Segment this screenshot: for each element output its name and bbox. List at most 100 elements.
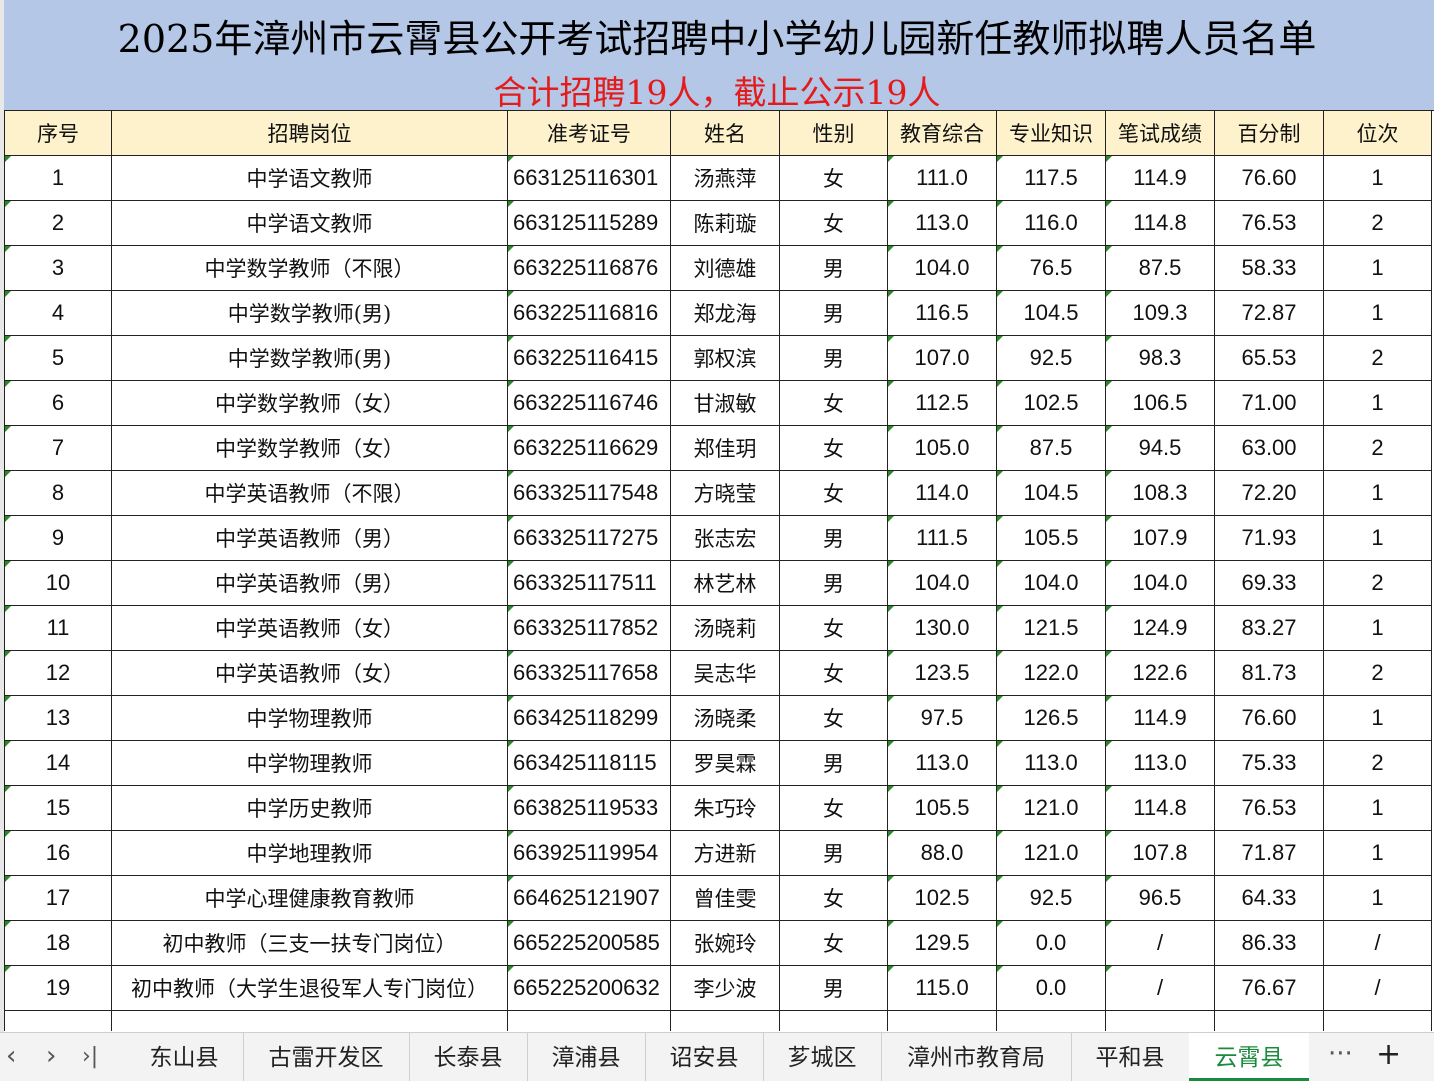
cell-professional[interactable]: 87.5: [996, 425, 1106, 471]
cell-percent[interactable]: 58.33: [1214, 245, 1324, 291]
empty-cell[interactable]: [507, 1010, 671, 1031]
cell-position[interactable]: 中学数学教师（女）: [111, 425, 508, 471]
header-written-score[interactable]: 笔试成绩: [1105, 110, 1215, 156]
cell-index[interactable]: 11: [4, 605, 112, 651]
header-exam-id[interactable]: 准考证号: [507, 110, 671, 156]
cell-exam-id[interactable]: 663225116876: [507, 245, 671, 291]
cell-position[interactable]: 中学英语教师（不限）: [111, 470, 508, 516]
cell-rank[interactable]: 2: [1323, 650, 1432, 696]
cell-gender[interactable]: 男: [779, 830, 888, 876]
cell-edu-general[interactable]: 130.0: [887, 605, 997, 651]
cell-index[interactable]: 4: [4, 290, 112, 336]
cell-exam-id[interactable]: 663925119954: [507, 830, 671, 876]
cell-position[interactable]: 中学数学教师(男): [111, 290, 508, 336]
empty-cell[interactable]: [111, 1010, 508, 1031]
cell-name[interactable]: 张志宏: [670, 515, 780, 561]
cell-rank[interactable]: 2: [1323, 335, 1432, 381]
cell-name[interactable]: 汤燕萍: [670, 155, 780, 201]
cell-percent[interactable]: 76.60: [1214, 695, 1324, 741]
cell-exam-id[interactable]: 665225200585: [507, 920, 671, 966]
cell-written-score[interactable]: 107.8: [1105, 830, 1215, 876]
cell-index[interactable]: 1: [4, 155, 112, 201]
cell-name[interactable]: 刘德雄: [670, 245, 780, 291]
cell-name[interactable]: 李少波: [670, 965, 780, 1011]
cell-edu-general[interactable]: 123.5: [887, 650, 997, 696]
cell-gender[interactable]: 女: [779, 380, 888, 426]
cell-name[interactable]: 郭权滨: [670, 335, 780, 381]
cell-gender[interactable]: 女: [779, 875, 888, 921]
cell-percent[interactable]: 64.33: [1214, 875, 1324, 921]
empty-cell[interactable]: [887, 1010, 997, 1031]
cell-edu-general[interactable]: 105.0: [887, 425, 997, 471]
empty-cell[interactable]: [1323, 1010, 1432, 1031]
cell-edu-general[interactable]: 97.5: [887, 695, 997, 741]
cell-professional[interactable]: 76.5: [996, 245, 1106, 291]
cell-gender[interactable]: 女: [779, 470, 888, 516]
cell-percent[interactable]: 76.60: [1214, 155, 1324, 201]
more-sheets-icon[interactable]: ···: [1328, 1039, 1353, 1069]
cell-percent[interactable]: 86.33: [1214, 920, 1324, 966]
cell-percent[interactable]: 69.33: [1214, 560, 1324, 606]
cell-exam-id[interactable]: 663425118115: [507, 740, 671, 786]
cell-professional[interactable]: 121.0: [996, 830, 1106, 876]
sheet-tab[interactable]: 云霄县: [1189, 1033, 1309, 1081]
cell-index[interactable]: 6: [4, 380, 112, 426]
cell-gender[interactable]: 男: [779, 515, 888, 561]
cell-professional[interactable]: 121.0: [996, 785, 1106, 831]
cell-gender[interactable]: 女: [779, 605, 888, 651]
cell-percent[interactable]: 83.27: [1214, 605, 1324, 651]
empty-cell[interactable]: [1214, 1010, 1324, 1031]
cell-written-score[interactable]: 96.5: [1105, 875, 1215, 921]
header-gender[interactable]: 性别: [779, 110, 888, 156]
cell-written-score[interactable]: 114.9: [1105, 155, 1215, 201]
cell-edu-general[interactable]: 104.0: [887, 560, 997, 606]
cell-gender[interactable]: 男: [779, 290, 888, 336]
cell-gender[interactable]: 女: [779, 785, 888, 831]
sheet-tab[interactable]: 东山县: [125, 1033, 244, 1081]
cell-percent[interactable]: 63.00: [1214, 425, 1324, 471]
cell-name[interactable]: 陈莉璇: [670, 200, 780, 246]
cell-written-score[interactable]: 98.3: [1105, 335, 1215, 381]
cell-written-score[interactable]: 114.8: [1105, 785, 1215, 831]
cell-written-score[interactable]: 104.0: [1105, 560, 1215, 606]
cell-exam-id[interactable]: 663325117511: [507, 560, 671, 606]
cell-professional[interactable]: 104.0: [996, 560, 1106, 606]
cell-index[interactable]: 8: [4, 470, 112, 516]
next-sheet-icon[interactable]: ›: [46, 1041, 56, 1071]
cell-percent[interactable]: 81.73: [1214, 650, 1324, 696]
cell-position[interactable]: 中学英语教师（男）: [111, 515, 508, 561]
cell-edu-general[interactable]: 88.0: [887, 830, 997, 876]
cell-position[interactable]: 中学物理教师: [111, 695, 508, 741]
cell-gender[interactable]: 女: [779, 650, 888, 696]
cell-written-score[interactable]: 114.9: [1105, 695, 1215, 741]
cell-percent[interactable]: 71.93: [1214, 515, 1324, 561]
header-index[interactable]: 序号: [4, 110, 112, 156]
cell-gender[interactable]: 女: [779, 695, 888, 741]
cell-gender[interactable]: 男: [779, 740, 888, 786]
cell-professional[interactable]: 126.5: [996, 695, 1106, 741]
cell-percent[interactable]: 72.20: [1214, 470, 1324, 516]
cell-name[interactable]: 郑佳玥: [670, 425, 780, 471]
cell-written-score[interactable]: 94.5: [1105, 425, 1215, 471]
cell-rank[interactable]: 2: [1323, 560, 1432, 606]
empty-cell[interactable]: [996, 1010, 1106, 1031]
cell-index[interactable]: 15: [4, 785, 112, 831]
cell-exam-id[interactable]: 663125116301: [507, 155, 671, 201]
cell-exam-id[interactable]: 663225116629: [507, 425, 671, 471]
cell-edu-general[interactable]: 115.0: [887, 965, 997, 1011]
cell-professional[interactable]: 104.5: [996, 290, 1106, 336]
cell-edu-general[interactable]: 113.0: [887, 200, 997, 246]
cell-rank[interactable]: 1: [1323, 695, 1432, 741]
cell-gender[interactable]: 女: [779, 425, 888, 471]
cell-professional[interactable]: 105.5: [996, 515, 1106, 561]
header-name[interactable]: 姓名: [670, 110, 780, 156]
cell-percent[interactable]: 71.00: [1214, 380, 1324, 426]
cell-position[interactable]: 中学数学教师（不限）: [111, 245, 508, 291]
cell-name[interactable]: 朱巧玲: [670, 785, 780, 831]
cell-professional[interactable]: 117.5: [996, 155, 1106, 201]
cell-written-score[interactable]: 108.3: [1105, 470, 1215, 516]
cell-exam-id[interactable]: 663125115289: [507, 200, 671, 246]
cell-written-score[interactable]: 124.9: [1105, 605, 1215, 651]
cell-professional[interactable]: 104.5: [996, 470, 1106, 516]
sheet-tab[interactable]: 平和县: [1071, 1033, 1190, 1081]
